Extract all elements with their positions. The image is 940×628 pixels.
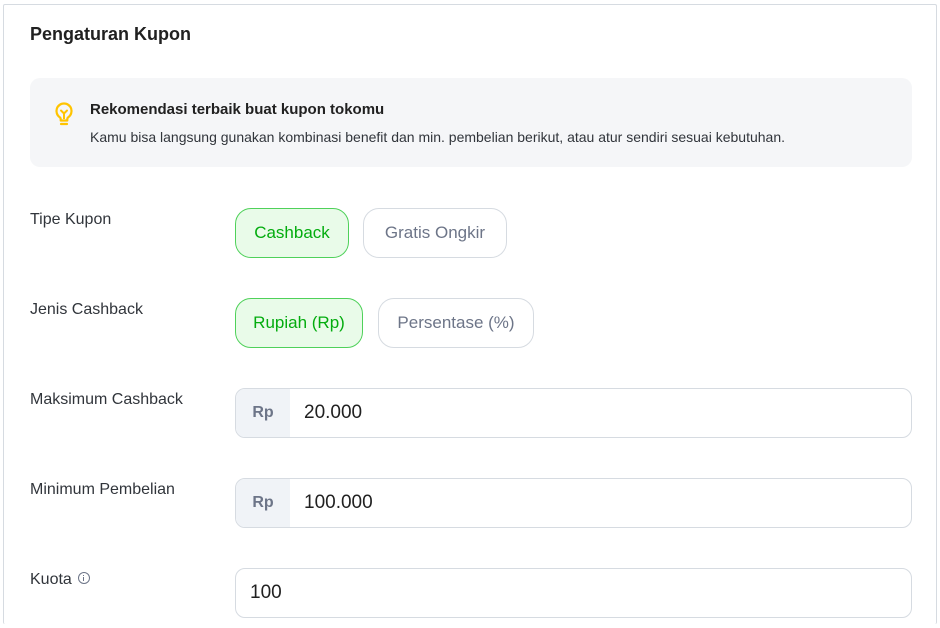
min-purchase-label: Minimum Pembelian — [30, 481, 175, 498]
coupon-type-free-shipping-button[interactable]: Gratis Ongkir — [363, 208, 507, 258]
cashback-kind-percentage-button[interactable]: Persentase (%) — [378, 298, 534, 348]
currency-prefix: Rp — [236, 479, 290, 527]
max-cashback-label: Maksimum Cashback — [30, 391, 183, 408]
cashback-kind-rupiah-button[interactable]: Rupiah (Rp) — [235, 298, 363, 348]
coupon-type-cashback-button[interactable]: Cashback — [235, 208, 349, 258]
quota-label: Kuota — [30, 571, 72, 588]
lightbulb-icon — [52, 100, 76, 128]
recommendation-title: Rekomendasi terbaik buat kupon tokomu — [90, 101, 385, 118]
min-purchase-input[interactable] — [304, 479, 904, 527]
recommendation-description: Kamu bisa langsung gunakan kombinasi ben… — [90, 129, 785, 145]
quota-label-row: Kuota — [30, 571, 90, 589]
coupon-settings-card: Pengaturan Kupon Rekomendasi terbaik bua… — [3, 4, 937, 624]
quota-field — [235, 568, 912, 618]
cashback-kind-label: Jenis Cashback — [30, 301, 143, 318]
max-cashback-input[interactable] — [304, 389, 904, 437]
recommendation-banner: Rekomendasi terbaik buat kupon tokomu Ka… — [30, 78, 912, 167]
info-icon[interactable] — [77, 571, 90, 584]
quota-input[interactable] — [250, 569, 900, 617]
max-cashback-field: Rp — [235, 388, 912, 438]
currency-prefix: Rp — [236, 389, 290, 437]
min-purchase-field: Rp — [235, 478, 912, 528]
coupon-type-label: Tipe Kupon — [30, 211, 112, 228]
section-title: Pengaturan Kupon — [30, 24, 191, 44]
